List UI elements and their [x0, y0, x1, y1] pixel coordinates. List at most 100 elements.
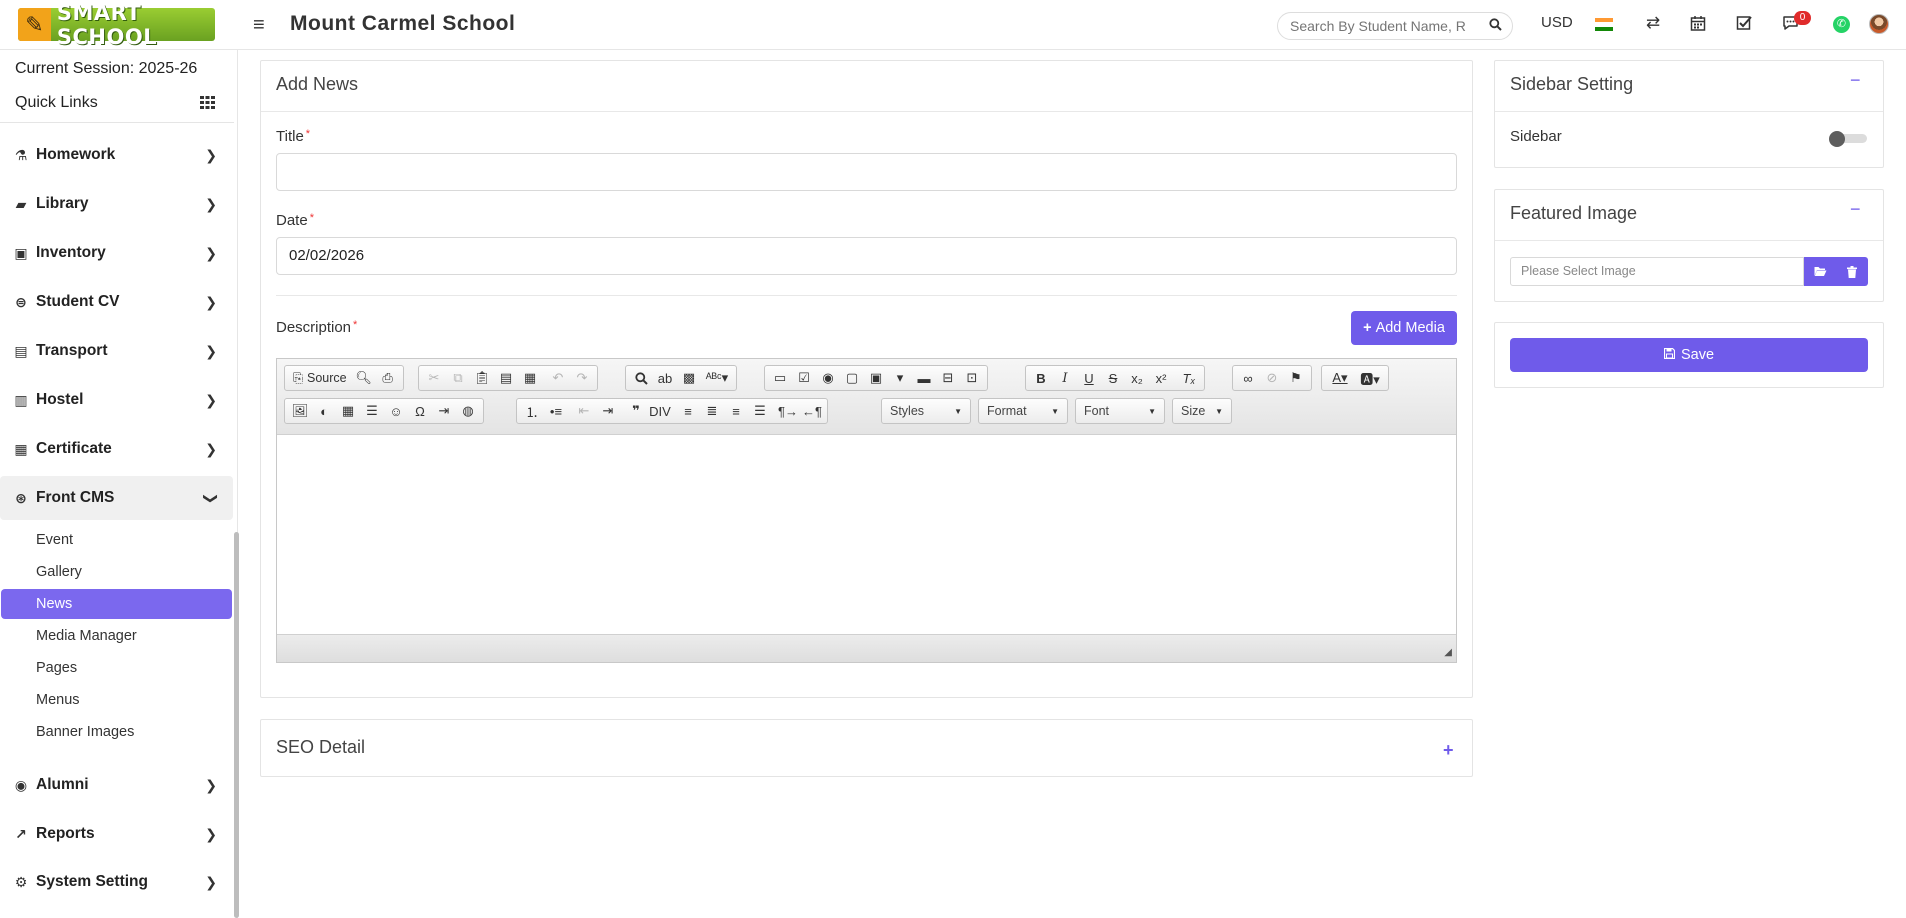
- image-button-icon[interactable]: ⊟: [936, 367, 960, 389]
- quick-links-label[interactable]: Quick Links: [15, 94, 98, 112]
- text-field-icon[interactable]: ▢: [840, 367, 864, 389]
- page-break-icon[interactable]: ⇥: [432, 400, 456, 422]
- sidebar-item-inventory[interactable]: ▣ Inventory ❯: [0, 231, 233, 275]
- student-search-input[interactable]: [1290, 18, 1480, 34]
- text-color-icon[interactable]: A▾: [1325, 367, 1355, 389]
- align-center-icon[interactable]: ≣: [700, 400, 724, 422]
- remove-format-icon[interactable]: Tₓ: [1177, 367, 1201, 389]
- styles-dropdown[interactable]: Styles ▼: [881, 398, 971, 424]
- checkbox-icon[interactable]: ☑: [792, 367, 816, 389]
- smart-school-logo[interactable]: ✎ SMART SCHOOL: [18, 1, 215, 49]
- link-icon[interactable]: ∞: [1236, 367, 1260, 389]
- sidebar-item-student-cv[interactable]: ⊜ Student CV ❯: [0, 280, 233, 324]
- sidebar-subitem-media-manager[interactable]: Media Manager: [1, 621, 232, 651]
- copy-icon[interactable]: ⧉: [446, 367, 470, 389]
- grid-icon[interactable]: [200, 96, 215, 113]
- textarea-icon[interactable]: ▣: [864, 367, 888, 389]
- add-media-button[interactable]: + Add Media: [1351, 311, 1457, 345]
- sidebar-item-reports[interactable]: ↗ Reports ❯: [0, 812, 233, 856]
- rtl-icon[interactable]: ←¶: [800, 400, 824, 422]
- select-all-icon[interactable]: ▩: [677, 367, 701, 389]
- expand-plus-icon[interactable]: +: [1443, 740, 1454, 761]
- sidebar-subitem-banner-images[interactable]: Banner Images: [1, 717, 232, 747]
- ltr-icon[interactable]: ¶→: [776, 400, 800, 422]
- collapse-minus-icon[interactable]: −: [1850, 70, 1861, 91]
- trash-icon[interactable]: [1836, 257, 1868, 286]
- paste-text-icon[interactable]: ▤: [494, 367, 518, 389]
- user-avatar[interactable]: [1869, 14, 1889, 34]
- search-icon[interactable]: [1489, 18, 1502, 34]
- anchor-flag-icon[interactable]: ⚑: [1284, 367, 1308, 389]
- bold-icon[interactable]: B: [1029, 367, 1053, 389]
- background-color-icon[interactable]: 🅰︎▾: [1355, 367, 1385, 389]
- sidebar-item-alumni[interactable]: ◉ Alumni ❯: [0, 763, 233, 807]
- sidebar-item-transport[interactable]: ▤ Transport ❯: [0, 329, 233, 373]
- align-left-icon[interactable]: ≡: [676, 400, 700, 422]
- sidebar-item-system-setting[interactable]: ⚙ System Setting ❯: [0, 860, 233, 904]
- button-field-icon[interactable]: ▬: [912, 367, 936, 389]
- seo-detail-card[interactable]: [260, 719, 1473, 777]
- spellcheck-icon[interactable]: ᴬᴮᶜ▾: [701, 367, 733, 389]
- outdent-icon[interactable]: ⇤: [572, 400, 596, 422]
- indent-icon[interactable]: ⇥: [596, 400, 620, 422]
- form-icon[interactable]: ▭: [768, 367, 792, 389]
- superscript-icon[interactable]: x²: [1149, 367, 1173, 389]
- task-checkbox-icon[interactable]: [1733, 12, 1755, 34]
- sidebar-item-front-cms[interactable]: ⊛ Front CMS ❯: [0, 476, 233, 520]
- india-flag-icon[interactable]: [1595, 18, 1613, 31]
- image-icon[interactable]: 🖼︎: [288, 400, 312, 422]
- sidebar-item-hostel[interactable]: ▥ Hostel ❯: [0, 378, 233, 422]
- bulleted-list-icon[interactable]: •≡: [544, 400, 568, 422]
- format-dropdown[interactable]: Format ▼: [978, 398, 1068, 424]
- unlink-icon[interactable]: ⊘: [1260, 367, 1284, 389]
- sidebar-item-homework[interactable]: ⚗ Homework ❯: [0, 133, 233, 177]
- div-container-icon[interactable]: DIV: [648, 400, 672, 422]
- collapse-minus-icon[interactable]: −: [1850, 199, 1861, 220]
- hamburger-menu-icon[interactable]: ≡: [253, 14, 265, 37]
- align-right-icon[interactable]: ≡: [724, 400, 748, 422]
- smiley-icon[interactable]: ☺: [384, 400, 408, 422]
- paste-icon[interactable]: 📋︎: [470, 367, 494, 389]
- font-dropdown[interactable]: Font ▼: [1075, 398, 1165, 424]
- find-icon[interactable]: [629, 367, 653, 389]
- horizontal-rule-icon[interactable]: ☰: [360, 400, 384, 422]
- date-input[interactable]: 02/02/2026: [276, 237, 1457, 275]
- sidebar-item-certificate[interactable]: ▦ Certificate ❯: [0, 427, 233, 471]
- strikethrough-icon[interactable]: S: [1101, 367, 1125, 389]
- whatsapp-icon[interactable]: ✆: [1833, 16, 1850, 33]
- editor-content-area[interactable]: [277, 435, 1456, 634]
- save-button[interactable]: Save: [1510, 338, 1868, 372]
- calendar-icon[interactable]: [1687, 12, 1709, 34]
- sidebar-item-library[interactable]: ▰ Library ❯: [0, 182, 233, 226]
- currency-selector[interactable]: USD: [1541, 14, 1573, 31]
- subscript-icon[interactable]: x₂: [1125, 367, 1149, 389]
- radio-icon[interactable]: ◉: [816, 367, 840, 389]
- sidebar-scrollbar[interactable]: [234, 532, 239, 918]
- undo-icon[interactable]: ↶: [546, 367, 570, 389]
- size-dropdown[interactable]: Size ▼: [1172, 398, 1232, 424]
- table-icon[interactable]: ▦: [336, 400, 360, 422]
- title-input[interactable]: [276, 153, 1457, 191]
- iframe-globe-icon[interactable]: ◍: [456, 400, 480, 422]
- select-field-icon[interactable]: ▾: [888, 367, 912, 389]
- sidebar-toggle-switch[interactable]: [1829, 131, 1867, 147]
- blockquote-icon[interactable]: ❞: [624, 400, 648, 422]
- underline-icon[interactable]: U: [1077, 367, 1101, 389]
- sidebar-subitem-menus[interactable]: Menus: [1, 685, 232, 715]
- print-icon[interactable]: ⎙: [376, 367, 400, 389]
- italic-icon[interactable]: I: [1053, 367, 1077, 389]
- paste-word-icon[interactable]: ▦: [518, 367, 542, 389]
- sidebar-subitem-gallery[interactable]: Gallery: [1, 557, 232, 587]
- redo-icon[interactable]: ↷: [570, 367, 594, 389]
- hidden-field-icon[interactable]: ⊡: [960, 367, 984, 389]
- special-char-icon[interactable]: Ω: [408, 400, 432, 422]
- sidebar-subitem-event[interactable]: Event: [1, 525, 232, 555]
- align-justify-icon[interactable]: ☰: [748, 400, 772, 422]
- folder-open-icon[interactable]: [1804, 257, 1836, 286]
- numbered-list-icon[interactable]: ⒈: [520, 400, 544, 422]
- featured-image-input[interactable]: Please Select Image: [1510, 257, 1804, 286]
- switch-arrows-icon[interactable]: ⇄: [1642, 12, 1664, 34]
- resize-handle-icon[interactable]: ◢: [1444, 647, 1452, 658]
- sidebar-subitem-pages[interactable]: Pages: [1, 653, 232, 683]
- preview-icon[interactable]: 🔍︎: [352, 367, 376, 389]
